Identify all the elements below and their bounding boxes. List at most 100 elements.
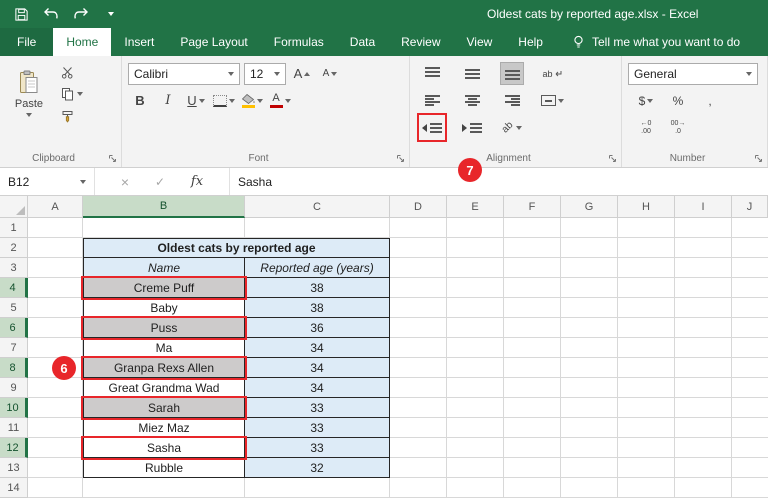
column-header-i[interactable]: I bbox=[675, 196, 732, 218]
align-center-button[interactable] bbox=[460, 89, 484, 112]
empty-cells[interactable] bbox=[390, 258, 768, 278]
undo-button[interactable] bbox=[36, 2, 66, 26]
empty-cells[interactable] bbox=[390, 438, 768, 458]
cell-age[interactable]: 34 bbox=[245, 338, 390, 358]
column-header-b[interactable]: B bbox=[83, 196, 245, 218]
cell[interactable] bbox=[28, 298, 83, 318]
cell[interactable] bbox=[28, 258, 83, 278]
cell[interactable] bbox=[28, 218, 83, 238]
cell-name[interactable]: Miez Maz bbox=[83, 418, 245, 438]
increase-font-size-button[interactable]: A bbox=[290, 62, 314, 85]
column-header-e[interactable]: E bbox=[447, 196, 504, 218]
row-header[interactable]: 10 bbox=[0, 398, 28, 418]
column-header-g[interactable]: G bbox=[561, 196, 618, 218]
tab-home[interactable]: Home bbox=[53, 28, 112, 56]
italic-button[interactable]: I bbox=[156, 89, 180, 112]
cell-name-active[interactable]: Sasha bbox=[81, 436, 247, 460]
cell[interactable] bbox=[28, 398, 83, 418]
cell[interactable] bbox=[28, 338, 83, 358]
tab-insert[interactable]: Insert bbox=[111, 28, 167, 56]
cell[interactable] bbox=[28, 418, 83, 438]
cell-age[interactable]: 36 bbox=[245, 318, 390, 338]
cell[interactable] bbox=[83, 478, 245, 498]
row-header[interactable]: 11 bbox=[0, 418, 28, 438]
row-header[interactable]: 6 bbox=[0, 318, 28, 338]
row-header[interactable]: 9 bbox=[0, 378, 28, 398]
tell-me-box[interactable]: Tell me what you want to do bbox=[572, 28, 740, 56]
copy-button[interactable] bbox=[58, 84, 98, 104]
cell-age[interactable]: 32 bbox=[245, 458, 390, 478]
column-header-j[interactable]: J bbox=[732, 196, 768, 218]
underline-button[interactable]: U bbox=[184, 89, 208, 112]
font-name-select[interactable]: Calibri bbox=[128, 62, 240, 85]
orientation-button[interactable]: ab bbox=[500, 116, 524, 139]
format-painter-button[interactable] bbox=[58, 106, 98, 126]
cell[interactable] bbox=[28, 278, 83, 298]
borders-button[interactable] bbox=[212, 89, 236, 112]
cell[interactable] bbox=[28, 478, 83, 498]
redo-button[interactable] bbox=[66, 2, 96, 26]
cell-name[interactable]: Rubble bbox=[83, 458, 245, 478]
comma-style-button[interactable]: , bbox=[698, 89, 722, 112]
row-header[interactable]: 7 bbox=[0, 338, 28, 358]
clipboard-dialog-launcher[interactable] bbox=[107, 153, 117, 163]
number-dialog-launcher[interactable] bbox=[753, 153, 763, 163]
cell[interactable] bbox=[28, 318, 83, 338]
empty-cells[interactable] bbox=[390, 418, 768, 438]
empty-cells[interactable] bbox=[390, 298, 768, 318]
fill-color-button[interactable] bbox=[240, 89, 264, 112]
cancel-button[interactable]: × bbox=[121, 174, 129, 190]
row-header[interactable]: 12 bbox=[0, 438, 28, 458]
row-header[interactable]: 2 bbox=[0, 238, 28, 258]
font-size-select[interactable]: 12 bbox=[244, 62, 286, 85]
column-header-h[interactable]: H bbox=[618, 196, 675, 218]
merge-center-button[interactable] bbox=[540, 89, 565, 112]
cell-age[interactable]: 34 bbox=[245, 358, 390, 378]
column-header-c[interactable]: C bbox=[245, 196, 390, 218]
empty-cells[interactable] bbox=[390, 318, 768, 338]
align-bottom-button[interactable] bbox=[500, 62, 524, 85]
insert-function-button[interactable]: fx bbox=[191, 174, 203, 189]
paste-button[interactable]: Paste bbox=[6, 60, 52, 126]
percent-style-button[interactable]: % bbox=[666, 89, 690, 112]
cell-name-header[interactable]: Name bbox=[83, 258, 245, 278]
row-header[interactable]: 14 bbox=[0, 478, 28, 498]
cell[interactable] bbox=[245, 478, 390, 498]
increase-indent-button[interactable] bbox=[460, 116, 484, 139]
align-right-button[interactable] bbox=[500, 89, 524, 112]
cell-age-header[interactable]: Reported age (years) bbox=[245, 258, 390, 278]
cell[interactable] bbox=[28, 378, 83, 398]
cell[interactable] bbox=[28, 458, 83, 478]
cell[interactable] bbox=[28, 438, 83, 458]
tab-review[interactable]: Review bbox=[388, 28, 453, 56]
tab-data[interactable]: Data bbox=[337, 28, 388, 56]
tab-formulas[interactable]: Formulas bbox=[261, 28, 337, 56]
cell-age[interactable]: 33 bbox=[245, 398, 390, 418]
cell-name[interactable]: Granpa Rexs Allen bbox=[81, 356, 247, 380]
alignment-dialog-launcher[interactable] bbox=[607, 153, 617, 163]
row-header[interactable]: 5 bbox=[0, 298, 28, 318]
font-color-button[interactable]: A bbox=[268, 89, 292, 112]
select-all-button[interactable] bbox=[0, 196, 28, 218]
row-header[interactable]: 3 bbox=[0, 258, 28, 278]
empty-cells[interactable] bbox=[390, 218, 768, 238]
empty-cells[interactable] bbox=[390, 398, 768, 418]
empty-cells[interactable] bbox=[390, 338, 768, 358]
column-header-f[interactable]: F bbox=[504, 196, 561, 218]
bold-button[interactable]: B bbox=[128, 89, 152, 112]
decrease-indent-button[interactable] bbox=[417, 113, 447, 142]
cell-name[interactable]: Great Grandma Wad bbox=[83, 378, 245, 398]
cell[interactable] bbox=[245, 218, 390, 238]
font-dialog-launcher[interactable] bbox=[395, 153, 405, 163]
empty-cells[interactable] bbox=[390, 378, 768, 398]
cut-button[interactable] bbox=[58, 62, 98, 82]
tab-help[interactable]: Help bbox=[505, 28, 556, 56]
cell[interactable] bbox=[28, 238, 83, 258]
cell-name[interactable]: Baby bbox=[83, 298, 245, 318]
increase-decimal-button[interactable]: ←0.00 bbox=[634, 116, 658, 139]
align-left-button[interactable] bbox=[420, 89, 444, 112]
row-header[interactable]: 13 bbox=[0, 458, 28, 478]
formula-input[interactable]: Sasha bbox=[230, 168, 768, 195]
enter-button[interactable]: ✓ bbox=[155, 175, 165, 189]
empty-cells[interactable] bbox=[390, 458, 768, 478]
